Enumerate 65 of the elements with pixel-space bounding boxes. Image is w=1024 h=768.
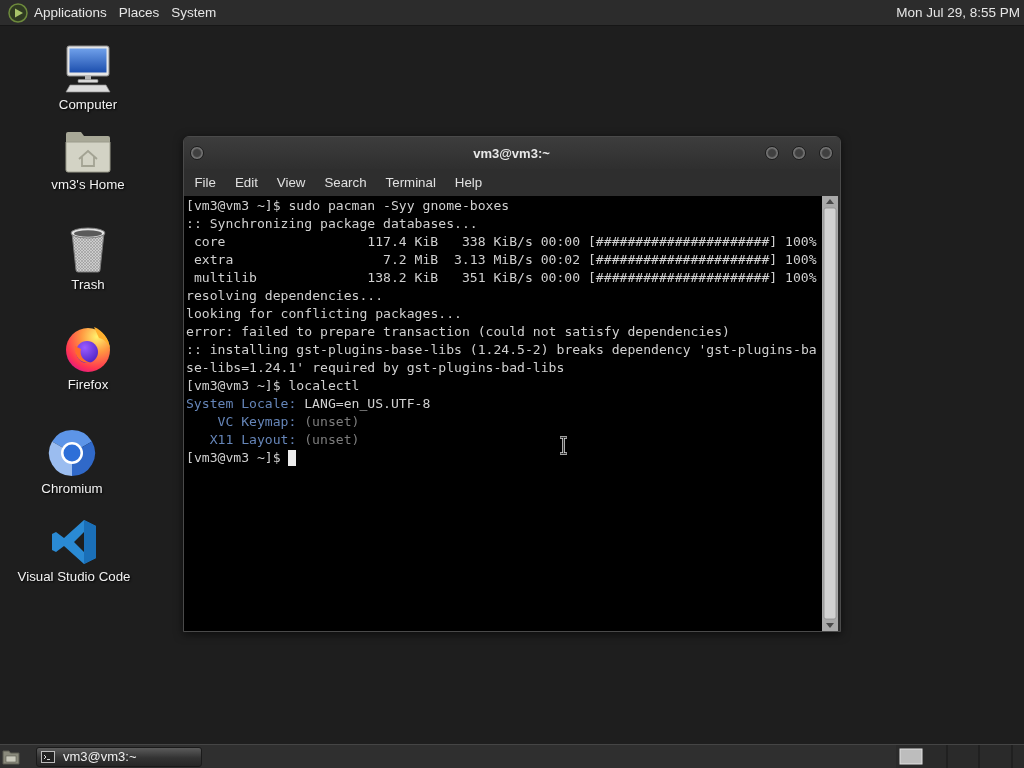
terminal-icon (41, 750, 55, 763)
percent-text: 100% (785, 233, 817, 251)
repo-name: extra (193, 251, 234, 269)
property-label: System Locale: (186, 395, 297, 413)
progress-text: [######################] (588, 233, 778, 251)
window-title: vm3@vm3:~ (473, 145, 550, 161)
scrollbar[interactable] (822, 196, 838, 631)
terminal-line: :: Synchronizing package databases... (186, 215, 478, 233)
download-speed: 3.13 MiB/s (454, 251, 533, 269)
property-label: VC Keymap: (217, 413, 297, 431)
menu-item[interactable]: View (267, 170, 315, 195)
elapsed-time: 00:00 (540, 269, 581, 287)
desktop-icon-label[interactable]: Firefox (67, 377, 109, 393)
close-button[interactable] (819, 146, 833, 160)
vscode-icon[interactable] (51, 519, 97, 565)
terminal-prompt: [vm3@vm3 ~]$ (186, 449, 281, 467)
elapsed-time: 00:00 (540, 233, 581, 251)
terminal-line: [vm3@vm3 ~]$ localectl (186, 377, 360, 395)
progress-text: [######################] (588, 269, 778, 287)
window-menu-button[interactable] (190, 146, 204, 160)
terminal-line: :: installing gst-plugins-base-libs (1.24.5-2) breaks dependency 'gst-plugins-base-libs=1.24.1' required by gst-plugins-bad-libs (186, 341, 818, 377)
desktop-icon-label[interactable]: Trash (71, 277, 105, 293)
chromium-icon[interactable] (48, 429, 96, 477)
property-value: (unset) (304, 413, 360, 431)
show-desktop-icon[interactable] (2, 747, 20, 766)
progress-text: [######################] (588, 251, 778, 269)
clock[interactable]: Mon Jul 29, 8:55 PM (896, 5, 1020, 20)
minimize-button[interactable] (765, 146, 779, 160)
elapsed-time: 00:02 (540, 251, 581, 269)
terminal-line: resolving dependencies... (186, 287, 384, 305)
property-label: X11 Layout: (209, 431, 297, 449)
panel-menu[interactable]: Places (112, 0, 166, 25)
panel-menu[interactable]: Applications (28, 0, 113, 25)
panel-menu[interactable]: System (165, 0, 223, 25)
menu-item[interactable]: File (185, 170, 226, 195)
home-folder-icon[interactable] (65, 131, 111, 173)
download-speed: 338 KiB/s (461, 233, 533, 251)
desktop-icon-label[interactable]: vm3's Home (51, 177, 125, 193)
i-beam-pointer-icon (559, 436, 568, 455)
logo-icon[interactable] (8, 2, 28, 23)
terminal-line: looking for conflicting packages... (186, 305, 462, 323)
menu-item[interactable]: Terminal (376, 170, 446, 195)
desktop-icon-label[interactable]: Chromium (41, 481, 103, 497)
repo-name: core (193, 233, 226, 251)
menu-item[interactable]: Search (314, 170, 377, 195)
maximize-button[interactable] (792, 146, 806, 160)
percent-text: 100% (785, 251, 817, 269)
menu-item[interactable]: Edit (225, 170, 268, 195)
download-size: 117.4 KiB (367, 233, 439, 251)
download-speed: 351 KiB/s (461, 269, 533, 287)
menu-item[interactable]: Help (445, 170, 492, 195)
percent-text: 100% (785, 269, 817, 287)
property-value: (unset) (304, 431, 360, 449)
desktop-icon-label[interactable]: Computer (58, 97, 118, 113)
terminal-line: error: failed to prepare transaction (could not satisfy dependencies) (186, 323, 730, 341)
computer-icon[interactable] (64, 45, 112, 93)
firefox-icon[interactable] (64, 325, 112, 373)
download-size: 7.2 MiB (383, 251, 439, 269)
trash-icon[interactable] (70, 227, 106, 273)
repo-name: multilib (193, 269, 257, 287)
desktop-icon-label[interactable]: Visual Studio Code (17, 569, 131, 585)
taskbar-button[interactable]: vm3@vm3:~ (36, 746, 202, 767)
download-size: 138.2 KiB (367, 269, 439, 287)
terminal-line: [vm3@vm3 ~]$ sudo pacman -Syy gnome-boxes (186, 197, 510, 215)
property-value: LANG=en_US.UTF-8 (304, 395, 431, 413)
